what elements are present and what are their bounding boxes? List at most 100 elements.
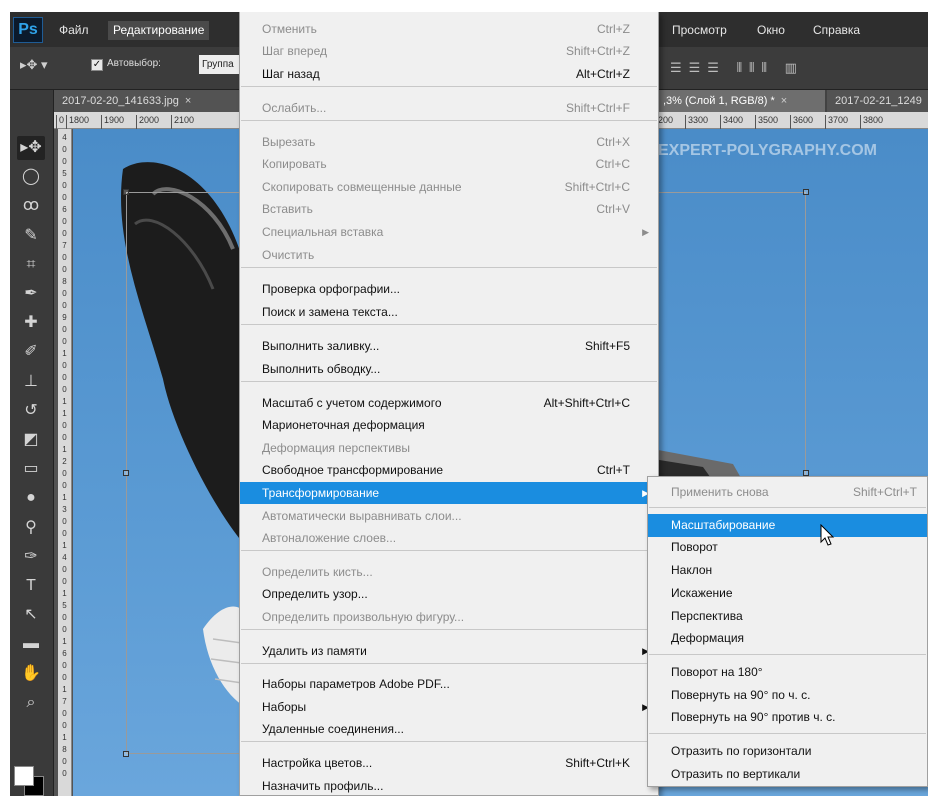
edit-menu-item[interactable]: Поиск и замена текста... [240, 301, 658, 323]
ruler-label: 9 [62, 313, 67, 322]
edit-menu-item[interactable]: Масштаб с учетом содержимого Alt+Shift+Ct… [240, 392, 658, 414]
tab-document-2[interactable]: ,3% (Слой 1, RGB/8) * × [655, 90, 825, 112]
edit-menu-item[interactable]: Ослабить... Shift+Ctrl+F [240, 97, 658, 119]
menu-view[interactable]: Просмотр [667, 21, 732, 40]
quick-select-icon[interactable]: ✎ [17, 224, 45, 248]
ruler-label: 8 [62, 277, 67, 286]
edit-menu-item[interactable]: Удалить из памяти ▶ [240, 640, 658, 662]
pen-icon[interactable]: ✑ [17, 545, 45, 569]
edit-menu-item[interactable]: Удаленные соединения... [240, 718, 658, 740]
menu-edit[interactable]: Редактирование [108, 21, 210, 40]
auto-select-target-dropdown[interactable]: Группа [199, 55, 239, 74]
edit-menu-item[interactable]: Определить произвольную фигуру... [240, 606, 658, 628]
edit-menu-item[interactable]: Автоналожение слоев... [240, 527, 658, 549]
blur-icon[interactable]: ● [17, 486, 45, 510]
tab-title: 2017-02-21_1249 [835, 95, 922, 107]
shape-icon[interactable]: ▬ [17, 632, 45, 656]
edit-menu-item[interactable]: Трансформирование ▶ [240, 482, 658, 504]
transform-handle[interactable] [123, 751, 129, 757]
close-icon[interactable]: × [775, 95, 787, 107]
edit-menu-item[interactable]: Деформация перспективы [240, 437, 658, 459]
edit-menu-item[interactable]: Назначить профиль... [240, 775, 658, 796]
menu-separator [649, 733, 926, 734]
ruler-label: 0 [62, 157, 67, 166]
menu-item-label: Отразить по горизонтали [671, 744, 812, 758]
edit-menu-item[interactable]: Очистить [240, 244, 658, 266]
menu-help[interactable]: Справка [808, 21, 865, 40]
healing-icon[interactable]: ✚ [17, 311, 45, 335]
move-tool-preset-icon[interactable]: ▸✥ ▾ [20, 57, 48, 73]
edit-menu-item[interactable]: Наборы параметров Adobe PDF... [240, 673, 658, 695]
edit-menu-item[interactable]: Наборы ▶ [240, 696, 658, 718]
tab-document-1[interactable]: 2017-02-20_141633.jpg × [54, 90, 249, 112]
edit-menu-item[interactable]: Определить узор... [240, 583, 658, 605]
transform-submenu-item[interactable]: Отразить по горизонтали [648, 740, 927, 763]
transform-submenu-item[interactable]: Поворот [648, 536, 927, 559]
foreground-color-swatch[interactable] [14, 766, 34, 786]
zoom-icon[interactable]: ⌕ [17, 691, 45, 715]
edit-menu-item[interactable]: Шаг назад Alt+Ctrl+Z [240, 63, 658, 85]
gradient-icon[interactable]: ▭ [17, 457, 45, 481]
transform-handle[interactable] [123, 189, 129, 195]
edit-menu-item[interactable]: Автоматически выравнивать слои... [240, 505, 658, 527]
transform-submenu-item[interactable]: Отразить по вертикали [648, 763, 927, 786]
edit-menu-item[interactable]: Проверка орфографии... [240, 278, 658, 300]
edit-menu-item[interactable]: Вставить Ctrl+V [240, 198, 658, 220]
auto-select-checkbox[interactable]: ✓ [91, 59, 103, 71]
eyedropper-icon[interactable]: ✒ [17, 282, 45, 306]
edit-menu-item[interactable]: Свободное трансформирование Ctrl+T [240, 459, 658, 481]
close-icon[interactable]: × [179, 95, 191, 107]
transform-submenu-item[interactable]: Повернуть на 90° против ч. с. [648, 706, 927, 729]
ruler-label: 4 [62, 553, 67, 562]
menu-window[interactable]: Окно [752, 21, 790, 40]
menu-item-label: Повернуть на 90° по ч. с. [671, 688, 811, 702]
edit-menu-item[interactable]: Скопировать совмещенные данные Shift+Ctrl… [240, 176, 658, 198]
transform-submenu-item[interactable]: Искажение [648, 582, 927, 605]
transform-submenu-item[interactable]: Наклон [648, 559, 927, 582]
menu-item-label: Шаг назад [262, 67, 320, 81]
edit-menu-item[interactable]: Отменить Ctrl+Z [240, 18, 658, 40]
edit-menu-item[interactable]: Марионеточная деформация [240, 414, 658, 436]
edit-menu-item[interactable]: Вырезать Ctrl+X [240, 131, 658, 153]
marquee-icon[interactable]: ◯ [17, 165, 45, 189]
auto-select-label: Автовыбор: [107, 58, 161, 69]
menu-item-shortcut: Alt+Shift+Ctrl+C [543, 396, 630, 410]
transform-submenu-item[interactable]: Масштабирование [648, 514, 927, 537]
tab-document-3[interactable]: 2017-02-21_1249 [827, 90, 928, 112]
edit-menu-item[interactable]: Специальная вставка ▶ [240, 221, 658, 243]
path-select-icon[interactable]: ↖ [17, 603, 45, 627]
ruler-label: 3300 [685, 115, 708, 129]
hand-icon[interactable]: ✋ [17, 662, 45, 686]
menu-item-label: Выполнить обводку... [262, 362, 381, 376]
edit-menu-item[interactable]: Шаг вперед Shift+Ctrl+Z [240, 40, 658, 62]
brush-icon[interactable]: ✐ [17, 340, 45, 364]
move-icon[interactable]: ▸✥ [17, 136, 45, 160]
align-distribute-icons[interactable]: ☰☰☰ ⫴⫴⫴ ▥ [670, 60, 804, 76]
history-brush-icon[interactable]: ↺ [17, 399, 45, 423]
dodge-icon[interactable]: ⚲ [17, 516, 45, 540]
edit-menu-item[interactable]: Настройка цветов... Shift+Ctrl+K [240, 752, 658, 774]
edit-menu-item[interactable]: Определить кисть... [240, 561, 658, 583]
stamp-icon[interactable]: ⊥ [17, 370, 45, 394]
transform-submenu-item[interactable]: Повернуть на 90° по ч. с. [648, 684, 927, 707]
eraser-icon[interactable]: ◩ [17, 428, 45, 452]
menu-file[interactable]: Файл [54, 21, 94, 40]
ruler-label: 1 [62, 589, 67, 598]
menu-item-label: Свободное трансформирование [262, 463, 444, 477]
lasso-icon[interactable]: ꝏ [17, 194, 45, 218]
ruler-label: 0 [62, 721, 67, 730]
type-icon[interactable]: T [17, 574, 45, 598]
transform-submenu-item[interactable]: Применить снова Shift+Ctrl+T [648, 481, 927, 504]
ruler-label: 0 [62, 325, 67, 334]
transform-submenu-item[interactable]: Перспектива [648, 605, 927, 628]
transform-handle[interactable] [123, 470, 129, 476]
transform-submenu-item[interactable]: Поворот на 180° [648, 661, 927, 684]
edit-menu-item[interactable]: Копировать Ctrl+C [240, 153, 658, 175]
edit-menu-item[interactable]: Выполнить заливку... Shift+F5 [240, 335, 658, 357]
vertical-ruler: 4 0 0 5 0 0 6 0 0 7 0 0 8 0 0 9 0 0 1 0 0 0 1 1 0 0 1 2 0 0 1 3 0 0 1 4 0 0 1 5… [58, 129, 72, 796]
edit-menu-item[interactable]: Выполнить обводку... [240, 358, 658, 380]
menu-item-label: Марионеточная деформация [262, 418, 425, 432]
transform-submenu-item[interactable]: Деформация [648, 627, 927, 650]
transform-handle[interactable] [803, 189, 809, 195]
crop-icon[interactable]: ⌗ [17, 253, 45, 277]
